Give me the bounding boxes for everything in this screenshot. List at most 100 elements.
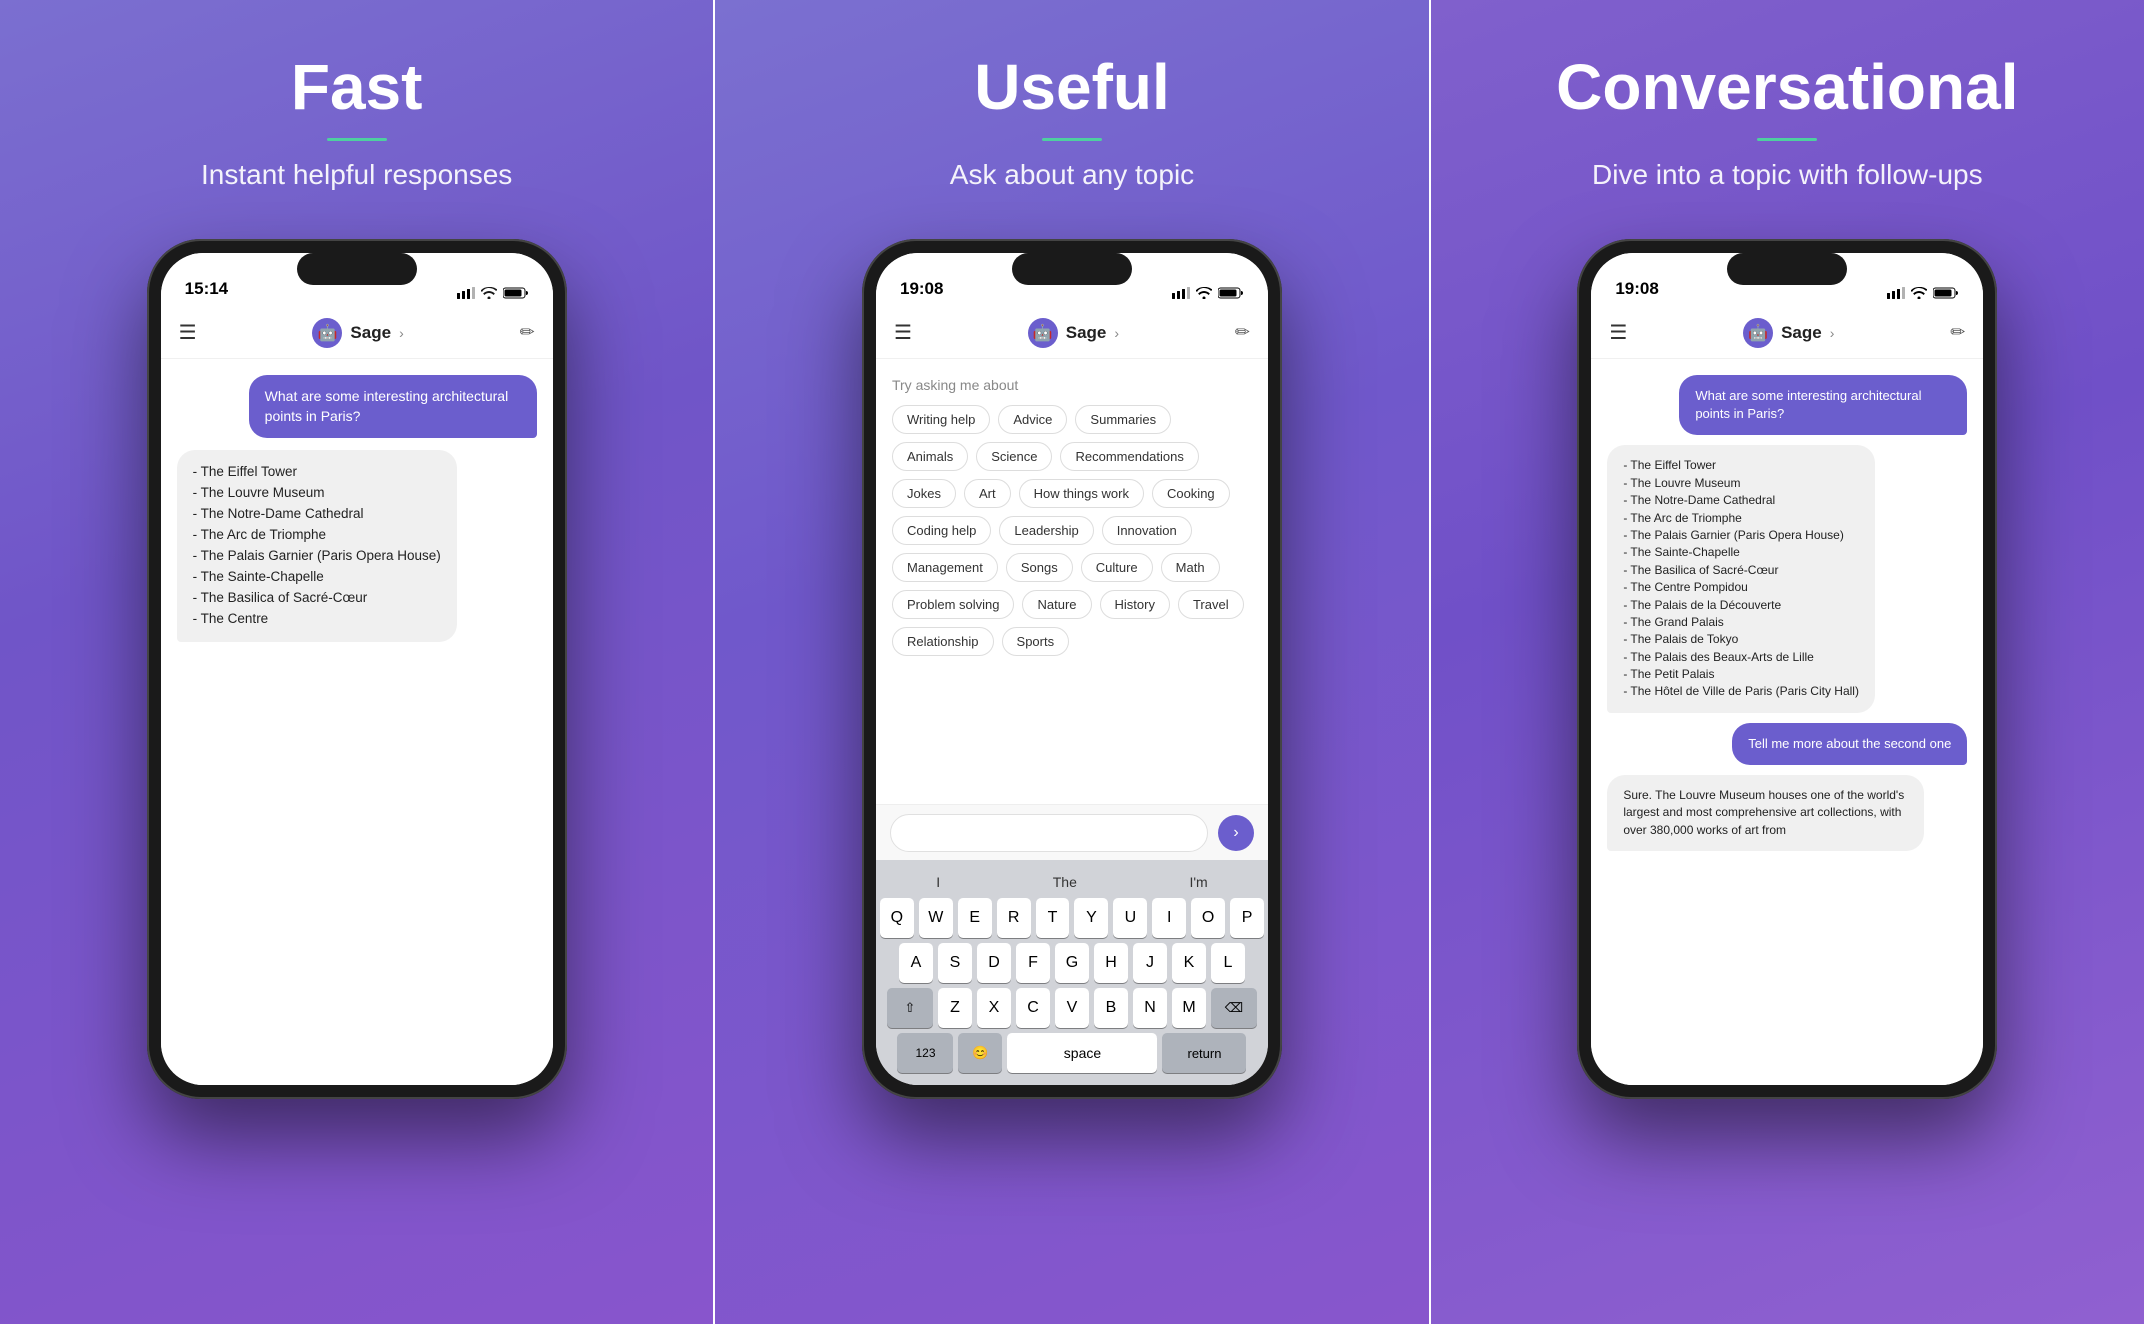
topic-science[interactable]: Science — [976, 442, 1052, 471]
topic-jokes[interactable]: Jokes — [892, 479, 956, 508]
kb-l[interactable]: L — [1211, 943, 1245, 983]
topic-animals[interactable]: Animals — [892, 442, 968, 471]
ai-bubble-conv-1: - The Eiffel Tower - The Louvre Museum -… — [1607, 445, 1875, 712]
edit-icon-useful[interactable]: ✏ — [1235, 322, 1250, 343]
kb-q[interactable]: Q — [880, 898, 914, 938]
kb-suggestion-im[interactable]: I'm — [1189, 874, 1207, 890]
header-name-conv: Sage — [1781, 323, 1822, 343]
kb-suggestion-the[interactable]: The — [1053, 874, 1077, 890]
status-time-useful: 19:08 — [900, 279, 943, 299]
panel-conv-title: Conversational — [1556, 50, 2018, 124]
wifi-icon — [481, 287, 497, 299]
kb-row-2: A S D F G H J K L — [880, 943, 1264, 983]
kb-j[interactable]: J — [1133, 943, 1167, 983]
status-icons-fast — [457, 287, 529, 299]
panel-useful-title: Useful — [974, 50, 1170, 124]
menu-icon-fast[interactable]: ☰ — [179, 320, 197, 345]
status-icons-useful — [1172, 287, 1244, 299]
topic-culture[interactable]: Culture — [1081, 553, 1153, 582]
kb-o[interactable]: O — [1191, 898, 1225, 938]
topic-sports[interactable]: Sports — [1002, 627, 1070, 656]
kb-emoji[interactable]: 😊 — [958, 1033, 1002, 1073]
header-name-fast: Sage — [350, 323, 391, 343]
send-button-useful[interactable]: › — [1218, 815, 1254, 851]
kb-t[interactable]: T — [1036, 898, 1070, 938]
status-time-fast: 15:14 — [185, 279, 228, 299]
signal-icon-conv — [1887, 287, 1905, 299]
kb-g[interactable]: G — [1055, 943, 1089, 983]
kb-b[interactable]: B — [1094, 988, 1128, 1028]
topic-art[interactable]: Art — [964, 479, 1011, 508]
phone-useful: 19:08 ☰ 🤖 Sage › ✏ — [862, 239, 1282, 1099]
kb-p[interactable]: P — [1230, 898, 1264, 938]
topic-math[interactable]: Math — [1161, 553, 1220, 582]
topic-coding-help[interactable]: Coding help — [892, 516, 991, 545]
kb-m[interactable]: M — [1172, 988, 1206, 1028]
edit-icon-conv[interactable]: ✏ — [1950, 322, 1965, 343]
battery-icon-useful — [1218, 287, 1244, 299]
status-time-conv: 19:08 — [1615, 279, 1658, 299]
panel-conv-subtitle: Dive into a topic with follow-ups — [1592, 159, 1983, 191]
kb-s[interactable]: S — [938, 943, 972, 983]
chevron-icon-fast: › — [399, 325, 404, 341]
kb-c[interactable]: C — [1016, 988, 1050, 1028]
kb-a[interactable]: A — [899, 943, 933, 983]
ai-bubble-conv-2: Sure. The Louvre Museum houses one of th… — [1607, 775, 1924, 851]
topic-recommendations[interactable]: Recommendations — [1060, 442, 1198, 471]
wifi-icon-useful — [1196, 287, 1212, 299]
topics-grid-useful: Writing help Advice Summaries Animals Sc… — [892, 405, 1252, 656]
kb-row-3: ⇧ Z X C V B N M ⌫ — [880, 988, 1264, 1028]
topic-summaries[interactable]: Summaries — [1075, 405, 1171, 434]
kb-x[interactable]: X — [977, 988, 1011, 1028]
kb-return[interactable]: return — [1162, 1033, 1246, 1073]
topic-history[interactable]: History — [1100, 590, 1170, 619]
kb-row-1: Q W E R T Y U I O P — [880, 898, 1264, 938]
header-bar-fast: ☰ 🤖 Sage › ✏ — [161, 307, 553, 359]
kb-v[interactable]: V — [1055, 988, 1089, 1028]
kb-n[interactable]: N — [1133, 988, 1167, 1028]
topics-area-useful: Try asking me about Writing help Advice … — [876, 359, 1268, 804]
topic-cooking[interactable]: Cooking — [1152, 479, 1230, 508]
kb-k[interactable]: K — [1172, 943, 1206, 983]
kb-123[interactable]: 123 — [897, 1033, 953, 1073]
topic-songs[interactable]: Songs — [1006, 553, 1073, 582]
topic-problem-solving[interactable]: Problem solving — [892, 590, 1015, 619]
topic-management[interactable]: Management — [892, 553, 998, 582]
panel-useful: Useful Ask about any topic 19:08 ☰ 🤖 — [715, 0, 1428, 1324]
kb-r[interactable]: R — [997, 898, 1031, 938]
panel-useful-subtitle: Ask about any topic — [950, 159, 1194, 191]
kb-shift[interactable]: ⇧ — [887, 988, 933, 1028]
topic-travel[interactable]: Travel — [1178, 590, 1244, 619]
menu-icon-useful[interactable]: ☰ — [894, 320, 912, 345]
kb-u[interactable]: U — [1113, 898, 1147, 938]
avatar-emoji-conv: 🤖 — [1748, 323, 1768, 343]
topic-relationship[interactable]: Relationship — [892, 627, 994, 656]
phone-inner-fast: 15:14 ☰ 🤖 Sage › ✏ — [161, 253, 553, 1085]
kb-suggestion-i[interactable]: I — [936, 874, 940, 890]
kb-h[interactable]: H — [1094, 943, 1128, 983]
header-center-useful: 🤖 Sage › — [1028, 318, 1119, 348]
topic-advice[interactable]: Advice — [998, 405, 1067, 434]
kb-delete[interactable]: ⌫ — [1211, 988, 1257, 1028]
kb-d[interactable]: D — [977, 943, 1011, 983]
chat-input-useful[interactable] — [890, 814, 1208, 852]
wifi-icon-conv — [1911, 287, 1927, 299]
kb-w[interactable]: W — [919, 898, 953, 938]
edit-icon-fast[interactable]: ✏ — [520, 322, 535, 343]
topic-nature[interactable]: Nature — [1022, 590, 1091, 619]
kb-i[interactable]: I — [1152, 898, 1186, 938]
kb-space[interactable]: space — [1007, 1033, 1157, 1073]
topic-innovation[interactable]: Innovation — [1102, 516, 1192, 545]
kb-e[interactable]: E — [958, 898, 992, 938]
kb-y[interactable]: Y — [1074, 898, 1108, 938]
topic-writing-help[interactable]: Writing help — [892, 405, 990, 434]
header-bar-useful: ☰ 🤖 Sage › ✏ — [876, 307, 1268, 359]
avatar-fast: 🤖 — [312, 318, 342, 348]
avatar-conv: 🤖 — [1743, 318, 1773, 348]
kb-f[interactable]: F — [1016, 943, 1050, 983]
topic-leadership[interactable]: Leadership — [999, 516, 1093, 545]
topic-how-things-work[interactable]: How things work — [1019, 479, 1144, 508]
panel-fast: Fast Instant helpful responses 15:14 ☰ 🤖 — [0, 0, 713, 1324]
kb-z[interactable]: Z — [938, 988, 972, 1028]
menu-icon-conv[interactable]: ☰ — [1609, 320, 1627, 345]
